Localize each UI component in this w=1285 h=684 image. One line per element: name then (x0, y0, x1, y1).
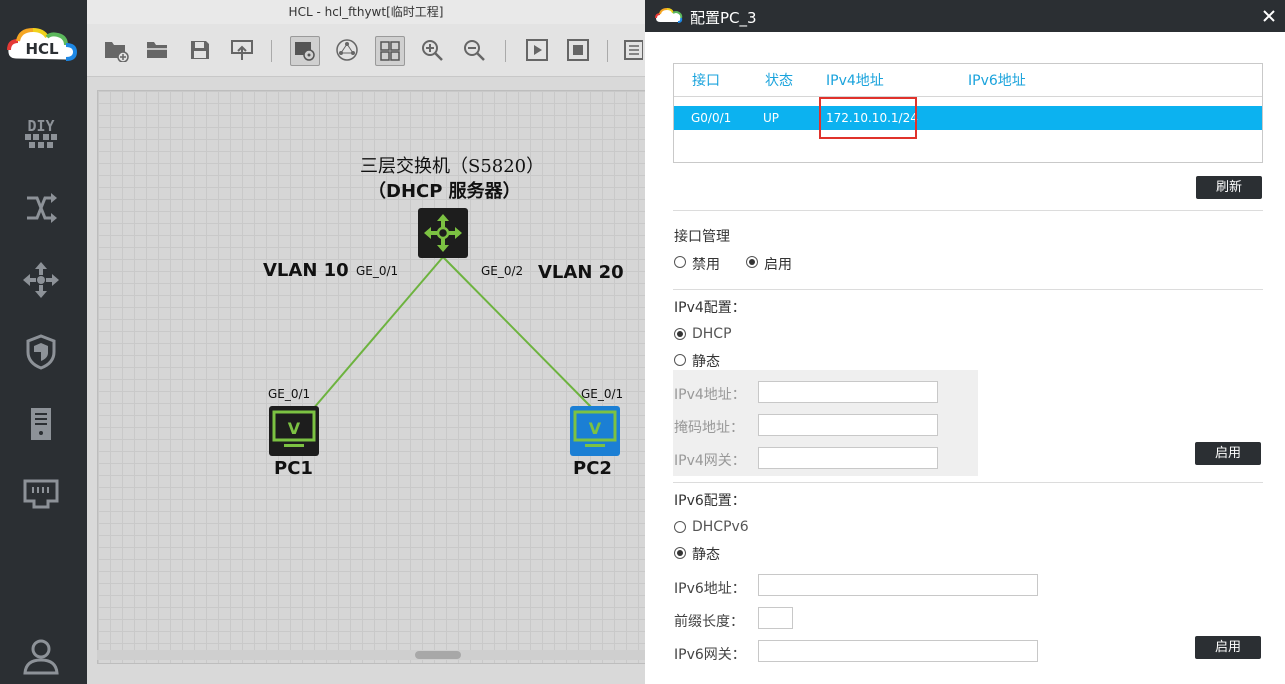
table-row[interactable]: G0/0/1 UP 172.10.10.1/24 (674, 106, 1262, 130)
pc-icon: V (269, 406, 319, 456)
switch-port-ge01: GE_0/1 (356, 264, 399, 278)
terminal-icon[interactable] (20, 474, 62, 514)
radio-ipv6-static[interactable] (674, 547, 686, 559)
pc-icon: V (570, 406, 620, 456)
ipv4-mask-input[interactable] (758, 414, 938, 436)
pc2-label: PC2 (573, 458, 612, 479)
radio-ipv4-dhcp[interactable] (674, 328, 686, 340)
switch-icon[interactable] (20, 260, 62, 300)
stop-icon[interactable] (564, 36, 592, 64)
radio-ipv6-static-label: 静态 (692, 547, 720, 563)
user-icon[interactable] (20, 636, 62, 676)
ipv4-gateway-input[interactable] (758, 447, 938, 469)
close-icon[interactable] (1261, 8, 1277, 24)
ipv6-gateway-input[interactable] (758, 640, 1038, 662)
radio-ipv6-dhcpv6[interactable] (674, 521, 686, 533)
radio-ipv4-static-label: 静态 (692, 354, 720, 370)
pc1-device[interactable]: V (269, 406, 319, 456)
ipv4-config-title: IPv4配置： (674, 300, 746, 316)
firewall-icon[interactable] (20, 332, 62, 372)
ipv6-address-label: IPv6地址： (674, 581, 746, 597)
ipv6-gateway-label: IPv6网关： (674, 647, 746, 663)
horizontal-scrollbar[interactable] (97, 650, 645, 660)
open-project-icon[interactable] (144, 36, 172, 64)
radio-ipv4-dhcp-label: DHCP (692, 326, 732, 342)
server-icon[interactable] (20, 404, 62, 444)
scrollbar-thumb[interactable] (415, 651, 461, 659)
vlan20-label: VLAN 20 (538, 262, 624, 283)
col-ipv4: IPv4地址 (826, 73, 884, 89)
new-project-icon[interactable] (102, 36, 130, 64)
svg-text:DIY: DIY (27, 117, 54, 135)
refresh-button[interactable]: 刷新 (1196, 176, 1262, 199)
radio-disable[interactable] (674, 256, 686, 268)
zoom-out-icon[interactable] (460, 36, 488, 64)
export-icon[interactable] (228, 36, 256, 64)
dialog-titlebar: 配置PC_3 (645, 0, 1285, 32)
vlan10-label: VLAN 10 (263, 260, 349, 281)
ipv4-mask-label: 掩码地址： (674, 420, 744, 436)
ipv6-apply-button[interactable]: 启用 (1195, 636, 1261, 659)
main-window: HCL - hcl_fthywt[临时工程] 三层交换机（S5820） （DHC… (87, 0, 647, 684)
start-icon[interactable] (523, 36, 551, 64)
screenshot-icon[interactable] (290, 36, 320, 66)
divider (673, 289, 1263, 290)
radio-ipv6-dhcpv6-label: DHCPv6 (692, 519, 749, 535)
svg-text:HCL: HCL (25, 40, 59, 58)
ipv4-address-label: IPv4地址： (674, 387, 746, 403)
diy-icon[interactable]: DIY (20, 112, 62, 152)
pc2-device[interactable]: V (570, 406, 620, 456)
svg-text:V: V (589, 419, 602, 438)
ip-highlight-box (819, 97, 917, 139)
topology-icon[interactable] (333, 36, 361, 64)
switch-subtitle: （DHCP 服务器） (368, 181, 521, 202)
cloud-icon (655, 7, 683, 29)
radio-enable[interactable] (746, 256, 758, 268)
hcl-logo: HCL (6, 22, 78, 68)
left-sidebar: HCL DIY (0, 0, 87, 684)
ipv4-address-input[interactable] (758, 381, 938, 403)
interface-table-header: 接口 状态 IPv4地址 IPv6地址 (674, 64, 1262, 97)
ipv6-prefix-input[interactable] (758, 607, 793, 629)
toolbar (87, 24, 645, 77)
ipv4-apply-button[interactable]: 启用 (1195, 442, 1261, 465)
interface-table: 接口 状态 IPv4地址 IPv6地址 G0/0/1 UP 172.10.10.… (673, 63, 1263, 163)
switch-title: 三层交换机（S5820） (360, 156, 545, 177)
ipv6-config-title: IPv6配置： (674, 493, 746, 509)
grid-icon[interactable] (375, 36, 405, 66)
pc2-port-label: GE_0/1 (581, 387, 624, 401)
save-icon[interactable] (186, 36, 214, 64)
l3-switch-device[interactable] (418, 208, 468, 258)
switch-icon (418, 208, 468, 258)
radio-ipv4-static[interactable] (674, 354, 686, 366)
ipv6-address-input[interactable] (758, 574, 1038, 596)
col-status: 状态 (765, 73, 793, 89)
pc1-port-label: GE_0/1 (268, 387, 311, 401)
col-ipv6: IPv6地址 (968, 73, 1026, 89)
divider (673, 210, 1263, 211)
ipv4-gateway-label: IPv4网关： (674, 453, 746, 469)
svg-text:V: V (288, 419, 301, 438)
row-interface: G0/0/1 (691, 111, 732, 125)
interface-mgmt-title: 接口管理 (674, 229, 730, 245)
topology-canvas[interactable]: 三层交换机（S5820） （DHCP 服务器） VLAN 10 GE_0/1 G… (97, 90, 647, 664)
config-pc-dialog: 配置PC_3 接口 状态 IPv4地址 IPv6地址 G0/0/1 UP 172… (645, 0, 1285, 684)
col-interface: 接口 (692, 73, 720, 89)
ipv6-prefix-label: 前缀长度： (674, 614, 744, 630)
radio-disable-label: 禁用 (692, 257, 720, 273)
row-status: UP (763, 111, 780, 125)
zoom-in-icon[interactable] (418, 36, 446, 64)
list-icon[interactable] (623, 36, 643, 64)
radio-enable-label: 启用 (764, 257, 792, 273)
router-icon[interactable] (20, 188, 62, 228)
window-title: HCL - hcl_fthywt[临时工程] (87, 0, 645, 24)
switch-port-ge02: GE_0/2 (481, 264, 524, 278)
divider (673, 482, 1263, 483)
dialog-title: 配置PC_3 (690, 9, 757, 27)
pc1-label: PC1 (274, 458, 313, 479)
